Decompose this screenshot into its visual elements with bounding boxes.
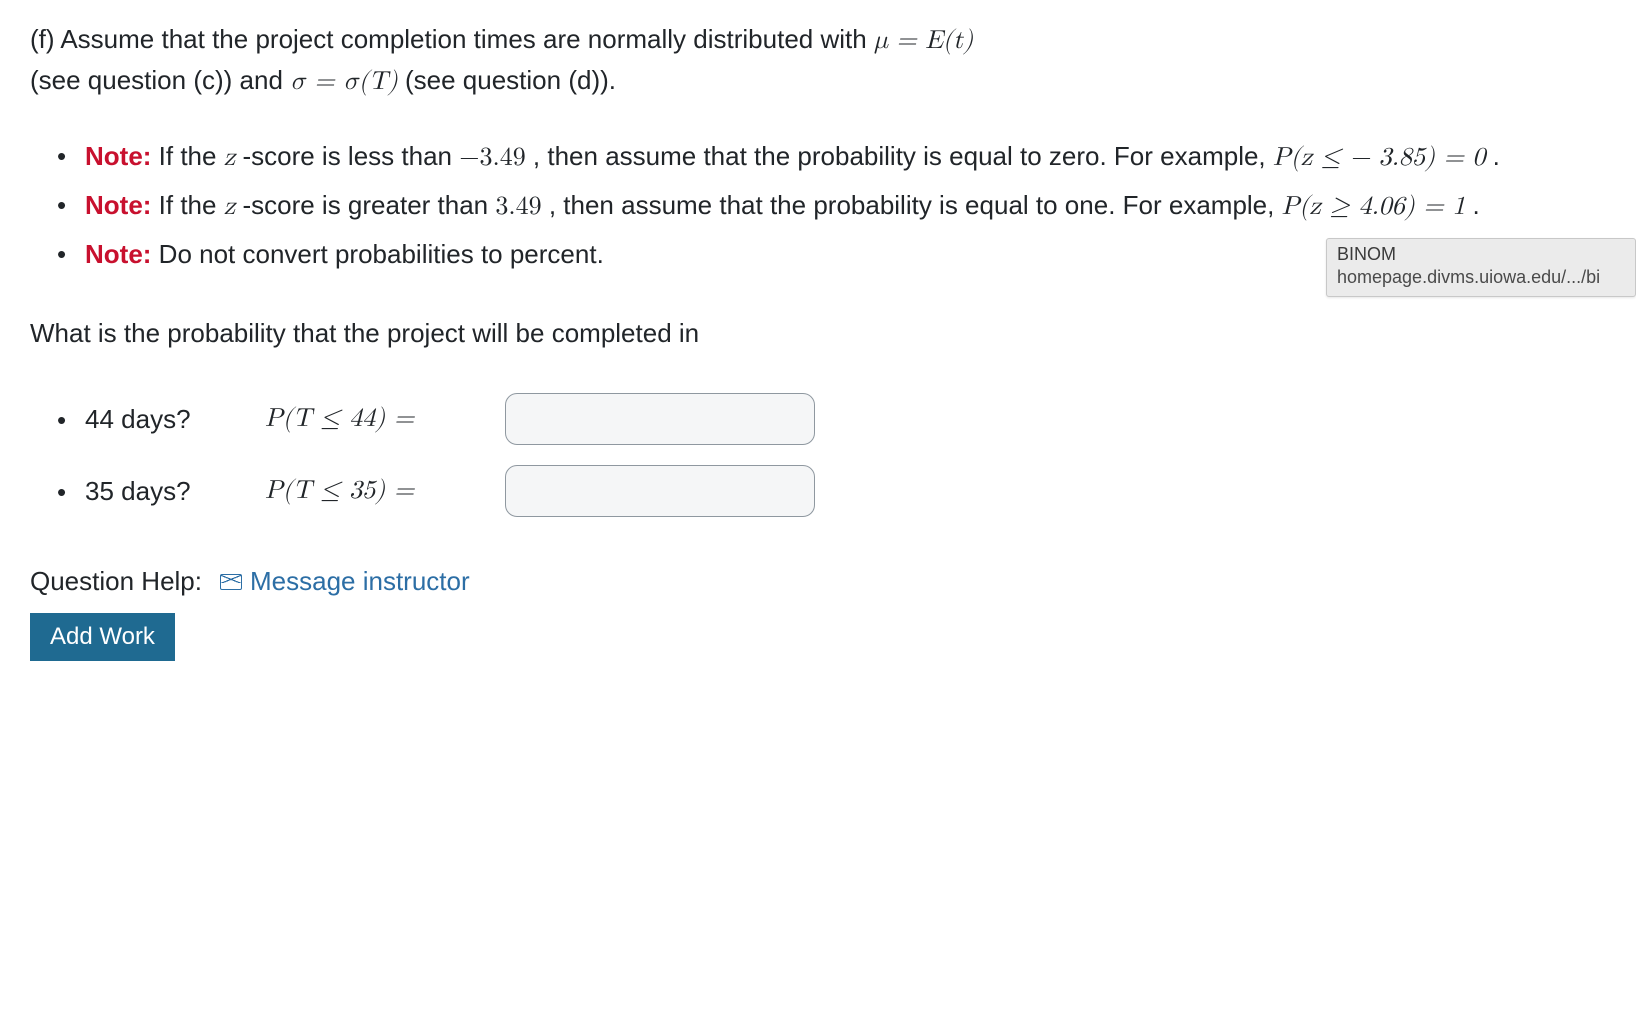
note-item: Note: If the z -score is less than −3.49…	[85, 137, 1606, 178]
answer-expression: P(T ≤ 44) =	[265, 400, 495, 439]
note-math-expr: P(z ≤ − 3.85) = 0	[1273, 145, 1486, 171]
message-instructor-link[interactable]: Message instructor	[220, 562, 470, 601]
note-item: Note: If the z -score is greater than 3.…	[85, 186, 1606, 227]
note-text: -score is greater than	[235, 190, 495, 220]
note-text: -score is less than	[235, 141, 459, 171]
note-text: .	[1485, 141, 1499, 171]
question-help-row: Question Help: Message instructor	[30, 562, 1606, 601]
note-math: −3.49	[459, 145, 525, 171]
note-z-var: z	[224, 194, 236, 220]
note-math-expr: P(z ≥ 4.06) = 1	[1282, 194, 1466, 220]
answer-days-label: 44 days?	[85, 400, 255, 439]
answer-days-label: 35 days?	[85, 472, 255, 511]
answer-row: 44 days? P(T ≤ 44) =	[85, 393, 1606, 445]
note-label: Note:	[85, 141, 151, 171]
problem-intro: (f) Assume that the project completion t…	[30, 20, 1606, 102]
note-text: .	[1465, 190, 1479, 220]
help-link-text: Message instructor	[250, 562, 470, 601]
add-work-button[interactable]: Add Work	[30, 613, 175, 661]
answer-input-35[interactable]	[505, 465, 815, 517]
part-label: (f)	[30, 24, 60, 54]
note-text: Do not convert probabilities to percent.	[151, 239, 603, 269]
note-text: If the	[151, 190, 223, 220]
note-z-var: z	[224, 145, 236, 171]
answer-list: 44 days? P(T ≤ 44) = 35 days? P(T ≤ 35) …	[30, 393, 1606, 517]
answer-row: 35 days? P(T ≤ 35) =	[85, 465, 1606, 517]
intro-math-mu: μ = E(t)	[874, 28, 973, 54]
help-label: Question Help:	[30, 562, 202, 601]
note-label: Note:	[85, 239, 151, 269]
intro-line1-pre: Assume that the project completion times…	[60, 24, 874, 54]
tooltip-subtitle: homepage.divms.uiowa.edu/.../bi	[1337, 266, 1625, 289]
intro-line2-post: (see question (d)).	[398, 65, 616, 95]
note-math: 3.49	[495, 194, 541, 220]
answer-input-44[interactable]	[505, 393, 815, 445]
browser-tooltip: BINOM homepage.divms.uiowa.edu/.../bi	[1326, 238, 1636, 297]
mail-icon	[220, 574, 242, 590]
tooltip-title: BINOM	[1337, 243, 1625, 266]
note-text: If the	[151, 141, 223, 171]
intro-math-sigma: σ = σ(T)	[290, 69, 398, 95]
note-label: Note:	[85, 190, 151, 220]
answer-expression: P(T ≤ 35) =	[265, 472, 495, 511]
intro-line2-pre: (see question (c)) and	[30, 65, 290, 95]
note-text: , then assume that the probability is eq…	[542, 190, 1282, 220]
note-text: , then assume that the probability is eq…	[526, 141, 1273, 171]
question-prompt: What is the probability that the project…	[30, 314, 1606, 353]
